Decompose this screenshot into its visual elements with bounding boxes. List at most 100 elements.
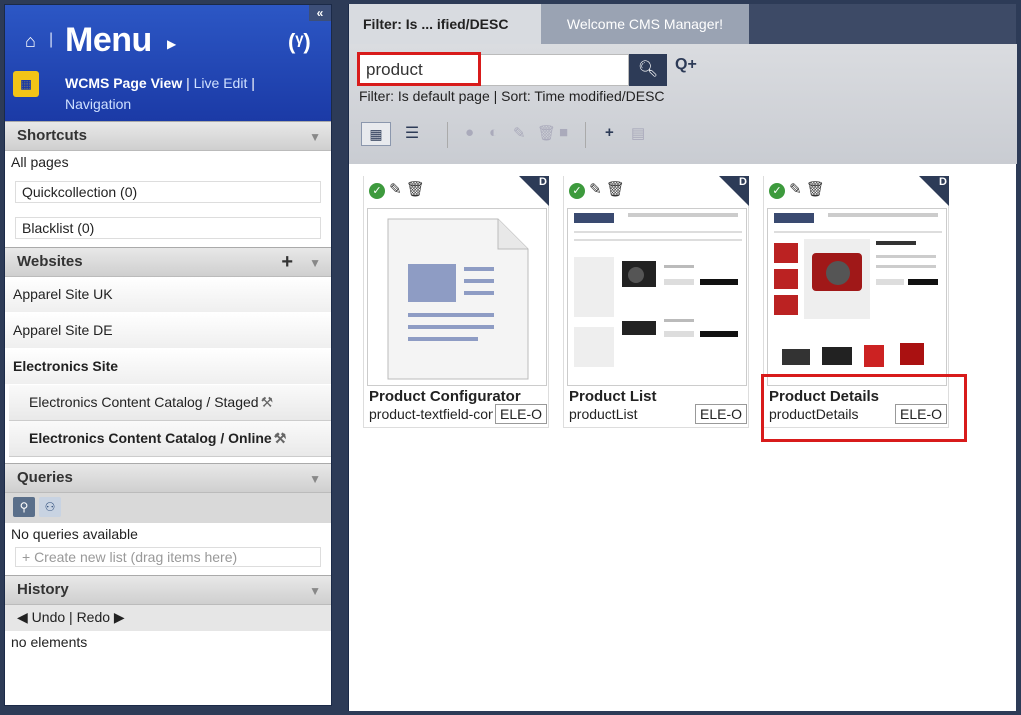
main-panel: Filter: Is ... ified/DESC Welcome CMS Ma… [348,4,1017,711]
collapse-triangle-icon[interactable]: ▼ [309,465,321,493]
tab-welcome[interactable]: Welcome CMS Manager! [541,4,749,44]
edit-icon[interactable]: ✎ [789,181,802,198]
site-electronics[interactable]: Electronics Site [5,349,331,385]
menu-caret-icon[interactable]: ▶ [167,37,176,51]
sidebar: « ⌂ | Menu ▶ (ᵞ) ▦ WCMS Page View | Live… [4,4,332,706]
status-badge: D [939,176,947,188]
page-thumbnail[interactable] [367,208,547,386]
catalog-online[interactable]: Electronics Content Catalog / Online ⚒ [9,421,331,457]
app-frame: « ⌂ | Menu ▶ (ᵞ) ▦ WCMS Page View | Live… [0,0,1021,715]
shortcuts-header[interactable]: Shortcuts ▼ [5,121,331,151]
delete-icon[interactable]: 🗑︎ [606,181,625,198]
wcms-page-view-link[interactable]: WCMS Page View [65,75,182,91]
page-card[interactable]: ✓ ✎ 🗑︎ D [763,176,949,428]
document-placeholder-icon [387,218,529,380]
wrench-icon[interactable]: ⚒ [261,394,274,410]
card-name: Product Configurator [369,388,521,405]
page-card[interactable]: ✓ ✎ 🗑︎ D [563,176,749,428]
site-apparel-uk[interactable]: Apparel Site UK [5,277,331,313]
view-separator: | [251,75,255,91]
collapse-triangle-icon[interactable]: ▼ [309,577,321,605]
shortcuts-title: Shortcuts [17,127,88,144]
separator: | [49,31,54,48]
page-thumbnail[interactable] [567,208,747,386]
sync-icon[interactable]: ● [465,124,474,141]
search-button[interactable]: 🔍︎ [629,54,667,86]
edit-icon[interactable]: ✎ [513,124,526,142]
navigation-link[interactable]: Navigation [65,96,131,112]
catalog-badge: ELE-O [894,404,947,424]
card-uid: productList [569,406,638,422]
search-input[interactable] [359,54,629,86]
websites-title: Websites [17,253,83,270]
approved-icon[interactable]: ✓ [569,183,585,199]
edit-icon[interactable]: ✎ [389,181,402,198]
comment-icon[interactable]: ▤ [631,124,645,142]
page-thumbnail[interactable] [767,208,947,386]
blacklist-item[interactable]: Blacklist (0) [15,217,321,239]
delete-icon[interactable]: 🗑︎ [537,124,556,142]
collapse-triangle-icon[interactable]: ▼ [309,123,321,151]
collapse-triangle-icon[interactable]: ▼ [309,249,321,277]
add-icon[interactable]: + [605,124,614,141]
collapse-sidebar-button[interactable]: « [309,5,331,21]
redo-icon[interactable]: ▶ [114,609,125,625]
grid-view-button[interactable]: ▦ [361,122,391,146]
card-actions: ✓ ✎ 🗑︎ [569,180,625,199]
all-pages-item[interactable]: All pages [5,151,331,173]
site-apparel-de[interactable]: Apparel Site DE [5,313,331,349]
tab-filter[interactable]: Filter: Is ... ified/DESC [349,4,541,44]
status-corner: D [919,176,949,206]
search-toolbar: 🔍︎ Q+ Filter: Is default page | Sort: Ti… [349,44,1017,164]
live-edit-link[interactable]: Live Edit [194,75,248,91]
view-separator: | [186,75,190,91]
quickcollection-item[interactable]: Quickcollection (0) [15,181,321,203]
product-list-preview [574,213,742,367]
product-details-preview [774,213,942,367]
create-new-list[interactable]: + Create new list (drag items here) [15,547,321,567]
approved-icon[interactable]: ✓ [369,183,385,199]
redo-button[interactable]: Redo [77,609,110,625]
edit-icon[interactable]: ✎ [589,181,602,198]
search-query-icon[interactable]: ⚲ [13,497,35,517]
add-website-icon[interactable]: + [281,248,293,276]
history-toolbar: ◀ Undo | Redo ▶ [5,605,331,631]
wrench-icon[interactable]: ⚒ [274,430,287,446]
websites-header[interactable]: Websites + ▼ [5,247,331,277]
card-name: Product Details [769,388,880,405]
queries-toolbar: ⚲ ⚇ [5,493,331,523]
catalog-badge: ELE-O [494,404,547,424]
card-uid: productDetails [769,406,859,422]
page-card[interactable]: ✓ ✎ 🗑︎ D Product Configurator product-te… [363,176,549,428]
user-query-icon[interactable]: ⚇ [39,497,61,517]
tab-bar: Filter: Is ... ified/DESC Welcome CMS Ma… [349,4,1016,44]
status-corner: D [719,176,749,206]
status-badge: D [739,176,747,188]
search-icon: 🔍︎ [637,61,659,78]
copy-icon[interactable]: ■ [559,124,568,141]
history-header[interactable]: History ▼ [5,575,331,605]
list-view-button[interactable]: ☰ [397,122,427,146]
no-elements-text: no elements [11,634,88,650]
card-name: Product List [569,388,657,405]
catalog-label: Electronics Content Catalog / Staged [29,394,259,410]
catalog-staged[interactable]: Electronics Content Catalog / Staged ⚒ [9,385,331,421]
queries-title: Queries [17,469,73,486]
undo-icon[interactable]: ◀ [17,609,28,625]
status-badge: D [539,176,547,188]
home-icon[interactable]: ⌂ [25,31,36,52]
delete-icon[interactable]: 🗑︎ [806,181,825,198]
menu-title[interactable]: Menu [65,21,152,60]
page-view-icon: ▦ [13,71,39,97]
compare-icon[interactable]: ◐ [489,124,498,141]
history-title: History [17,581,69,598]
card-uid: product-textfield-configurator [369,406,493,422]
card-actions: ✓ ✎ 🗑︎ [769,180,825,199]
delete-icon[interactable]: 🗑︎ [406,181,425,198]
catalog-badge: ELE-O [694,404,747,424]
undo-button[interactable]: Undo [32,609,65,625]
advanced-search-icon[interactable]: Q+ [675,56,697,74]
status-corner: D [519,176,549,206]
queries-header[interactable]: Queries ▼ [5,463,331,493]
approved-icon[interactable]: ✓ [769,183,785,199]
